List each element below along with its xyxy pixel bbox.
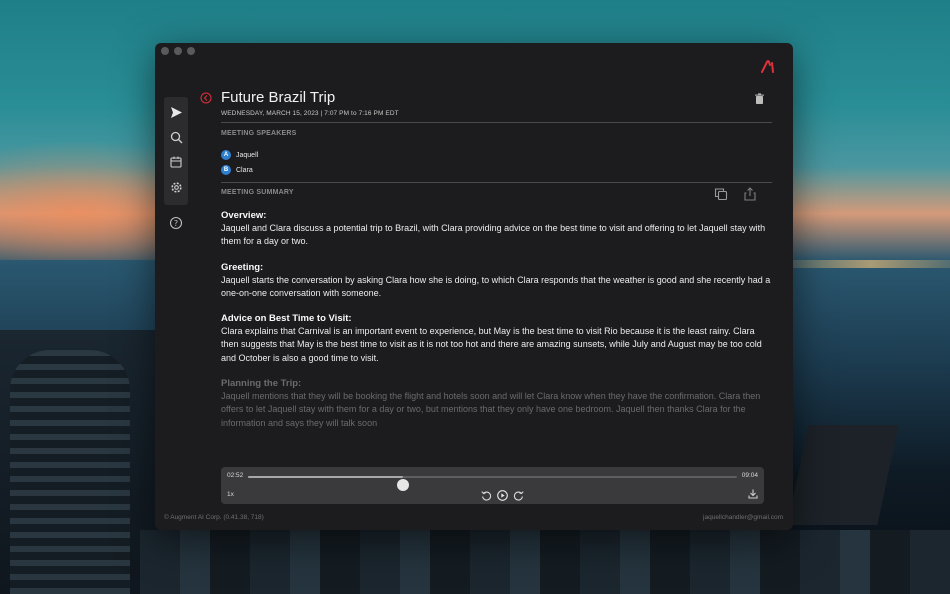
search-icon[interactable]: [166, 127, 186, 147]
meeting-title: Future Brazil Trip: [221, 89, 336, 106]
summary-block: Planning the Trip: Jaquell mentions that…: [221, 377, 773, 430]
summary-block: Advice on Best Time to Visit: Clara expl…: [221, 312, 773, 365]
app-window: ? Future Brazil Trip WEDNESDAY, MARCH 15…: [155, 43, 793, 530]
background-city-bottom: [140, 530, 950, 594]
summary-heading: MEETING SUMMARY: [221, 189, 294, 196]
summary-body: Overview: Jaquell and Clara discuss a po…: [221, 209, 773, 442]
close-window-button[interactable]: [161, 47, 169, 55]
summary-block-heading: Planning the Trip:: [221, 378, 302, 390]
speaker-badge: A: [221, 150, 231, 160]
speaker-name: Jaquell: [236, 151, 259, 159]
zoom-window-button[interactable]: [187, 47, 195, 55]
progress-fill: [248, 476, 403, 478]
play-icon[interactable]: [497, 488, 508, 501]
minimize-window-button[interactable]: [174, 47, 182, 55]
summary-block-heading: Greeting:: [221, 261, 264, 273]
speaker-badge: B: [221, 165, 231, 175]
summary-tools: [714, 187, 757, 201]
summary-block-text: Clara explains that Carnival is an impor…: [221, 326, 762, 363]
footer-email: jaquellchandler@gmail.com: [703, 514, 783, 521]
footer-copyright: © Augment AI Corp. (0.41.38, 718): [164, 514, 264, 521]
summary-block: Overview: Jaquell and Clara discuss a po…: [221, 209, 773, 249]
summary-block-text: Jaquell mentions that they will be booki…: [221, 391, 761, 428]
svg-text:?: ?: [174, 219, 178, 228]
gear-icon[interactable]: [166, 177, 186, 197]
speaker-item: B Clara: [221, 165, 253, 175]
playback-controls: [481, 488, 524, 501]
speaker-item: A Jaquell: [221, 150, 258, 160]
background-city-lights: [793, 260, 950, 268]
audio-player: 02:52 09:04 1x: [221, 467, 764, 504]
app-logo-icon: [761, 60, 774, 73]
progress-track[interactable]: [248, 476, 737, 491]
speakers-heading: MEETING SPEAKERS: [221, 130, 297, 137]
send-icon[interactable]: [166, 102, 186, 122]
download-icon[interactable]: [748, 489, 758, 499]
meeting-datetime: WEDNESDAY, MARCH 15, 2023 | 7:07 PM to 7…: [221, 110, 399, 117]
divider: [221, 122, 772, 123]
progress-knob[interactable]: [396, 479, 409, 491]
current-time: 02:52: [227, 472, 244, 479]
playback-speed-button[interactable]: 1x: [227, 491, 234, 498]
share-icon[interactable]: [743, 187, 757, 201]
background-tower: [10, 350, 130, 594]
forward-icon[interactable]: [513, 488, 524, 501]
calendar-icon[interactable]: [166, 152, 186, 172]
rewind-icon[interactable]: [481, 488, 492, 501]
window-controls: [161, 47, 195, 55]
copy-icon[interactable]: [714, 187, 728, 201]
summary-block-heading: Advice on Best Time to Visit:: [221, 313, 352, 325]
summary-block: Greeting: Jaquell starts the conversatio…: [221, 261, 773, 301]
total-time: 09:04: [741, 472, 758, 479]
speaker-name: Clara: [236, 166, 253, 174]
back-icon[interactable]: [200, 92, 212, 104]
summary-block-text: Jaquell starts the conversation by askin…: [221, 274, 771, 298]
help-icon[interactable]: ?: [169, 216, 183, 230]
divider: [221, 182, 772, 183]
background-pier: [787, 425, 899, 525]
trash-icon[interactable]: [754, 93, 765, 105]
summary-block-heading: Overview:: [221, 210, 267, 221]
sidebar: [164, 97, 188, 205]
summary-block-text: Jaquell and Clara discuss a potential tr…: [221, 223, 766, 247]
